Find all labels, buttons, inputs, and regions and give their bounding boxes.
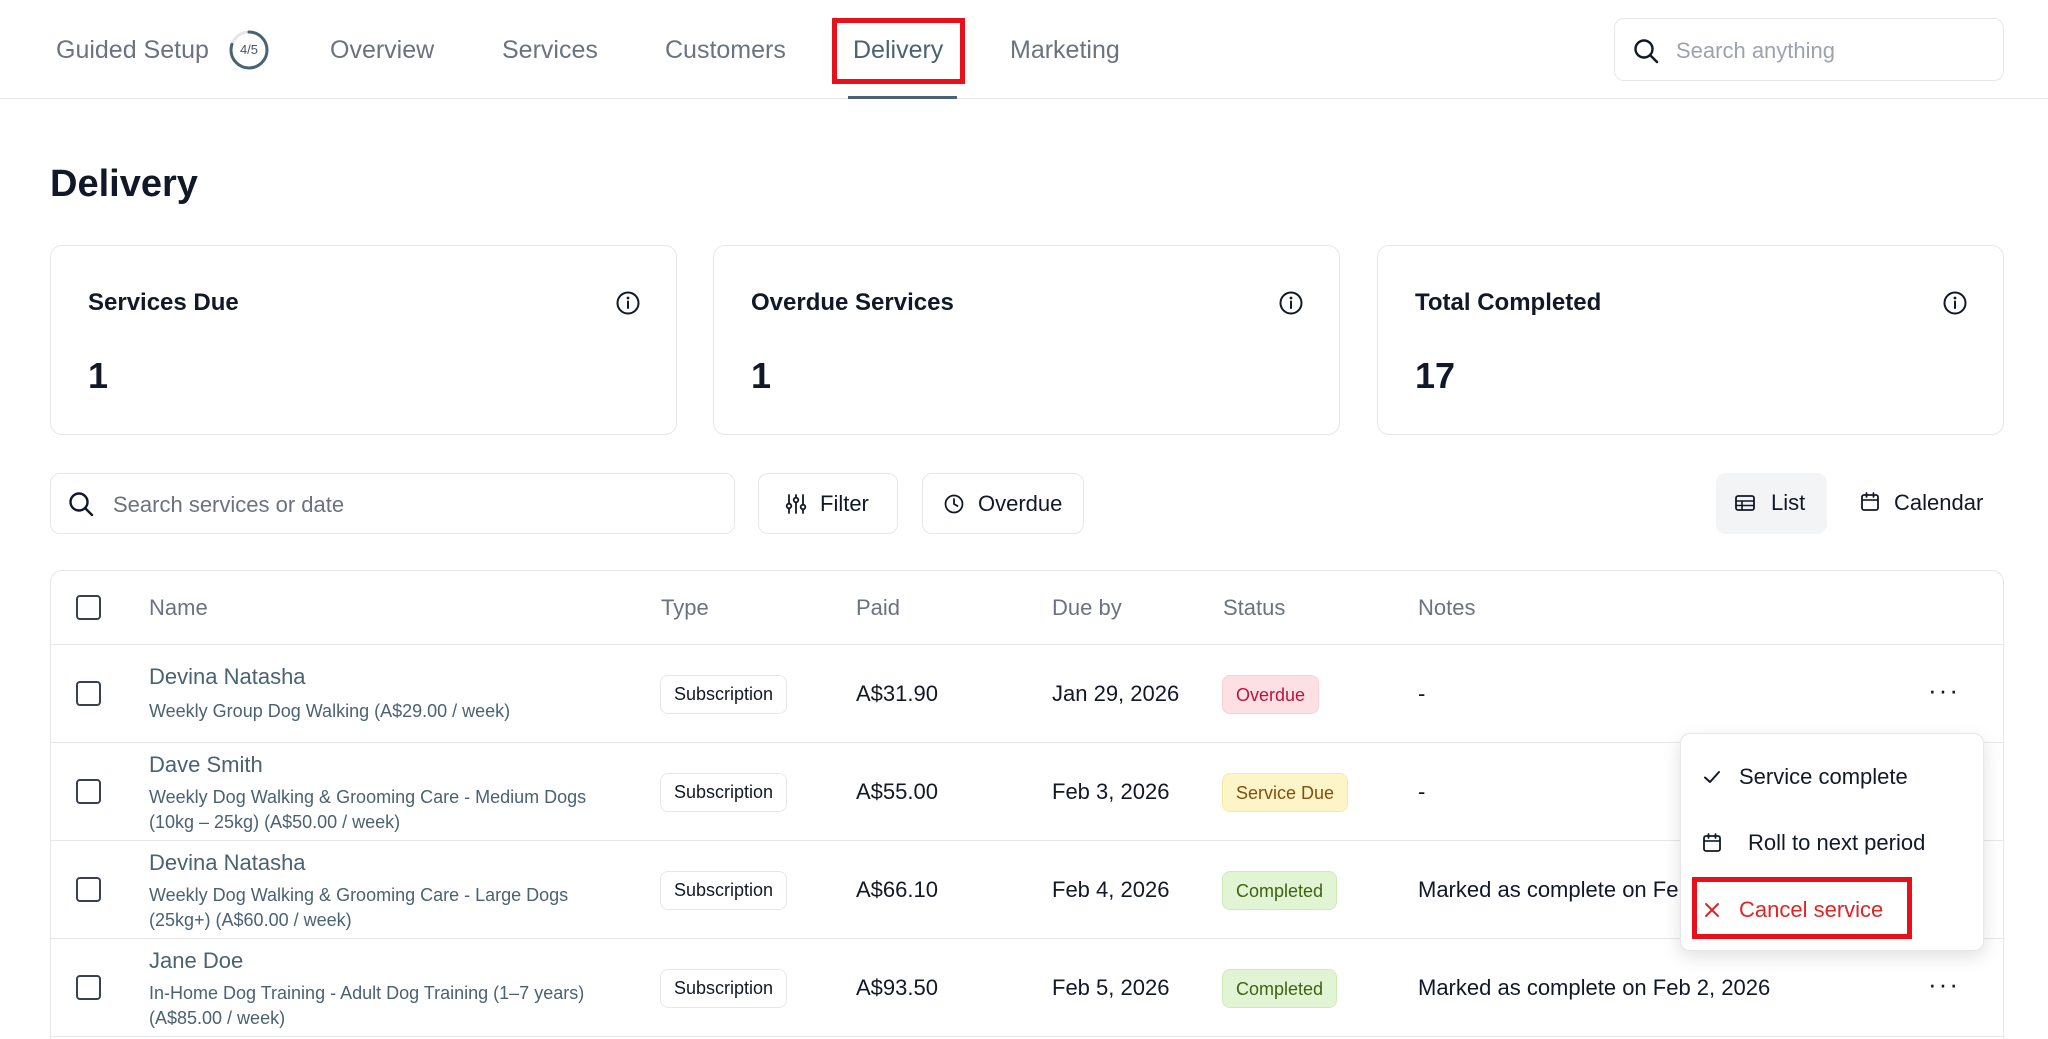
row-checkbox[interactable]	[76, 779, 101, 804]
stat-label: Total Completed	[1415, 289, 1602, 316]
nav-marketing[interactable]: Marketing	[1010, 33, 1120, 67]
nav-customers[interactable]: Customers	[665, 33, 786, 67]
list-view-button[interactable]: List	[1716, 473, 1827, 534]
nav-services[interactable]: Services	[502, 33, 598, 67]
table-header: Name Type Paid Due by Status Notes	[51, 571, 2003, 645]
global-search-placeholder: Search anything	[1676, 38, 1835, 63]
stat-value: 1	[88, 355, 109, 396]
stat-label: Services Due	[88, 289, 239, 316]
customer-name-link[interactable]: Dave Smith	[149, 751, 263, 779]
notes-text: -	[1418, 681, 1426, 706]
calendar-icon	[1703, 833, 1721, 852]
type-badge: Subscription	[660, 871, 788, 910]
service-search-input[interactable]: Search services or date	[50, 473, 735, 534]
info-icon[interactable]	[1278, 290, 1304, 316]
type-badge: Subscription	[660, 675, 788, 714]
row-actions-menu-button[interactable]: ···	[1928, 677, 1968, 708]
paid-amount: A$31.90	[856, 681, 938, 706]
customer-name-link[interactable]: Devina Natasha	[149, 663, 306, 691]
search-icon	[69, 492, 94, 517]
row-checkbox[interactable]	[76, 681, 101, 706]
nav-guided-setup[interactable]: Guided Setup	[56, 33, 209, 67]
service-name-link[interactable]: Weekly Dog Walking & Grooming Care - Lar…	[149, 883, 619, 933]
due-date: Jan 29, 2026	[1052, 681, 1180, 706]
info-icon[interactable]	[615, 290, 641, 316]
type-badge: Subscription	[660, 773, 788, 812]
top-nav: Guided Setup 4/5 Overview Services Custo…	[0, 0, 2048, 99]
menu-item-service-complete[interactable]: Service complete	[1681, 749, 1983, 805]
page-title: Delivery	[50, 163, 198, 205]
stat-card-overdue-services: Overdue Services 1	[713, 245, 1340, 435]
nav-overview[interactable]: Overview	[330, 33, 434, 67]
highlight-box-delivery	[832, 18, 965, 84]
type-badge: Subscription	[660, 969, 788, 1008]
column-header-due-by[interactable]: Due by	[1052, 593, 1122, 623]
calendar-view-button[interactable]: Calendar	[1843, 473, 2004, 534]
info-icon[interactable]	[1942, 290, 1968, 316]
column-header-status[interactable]: Status	[1223, 593, 1285, 623]
due-date: Feb 4, 2026	[1052, 877, 1170, 902]
stat-label: Overdue Services	[751, 289, 954, 316]
status-badge: Service Due	[1222, 773, 1349, 812]
overdue-button[interactable]: Overdue	[922, 473, 1084, 534]
check-icon	[1704, 771, 1720, 783]
paid-amount: A$55.00	[856, 779, 938, 804]
menu-item-roll-to-next-period[interactable]: Roll to next period	[1681, 815, 1983, 871]
row-checkbox[interactable]	[76, 877, 101, 902]
table-row[interactable]: Devina Natasha Weekly Group Dog Walking …	[51, 645, 2003, 743]
list-view-label: List	[1771, 490, 1806, 515]
due-date: Feb 3, 2026	[1052, 779, 1170, 804]
search-icon	[1634, 39, 1659, 64]
customer-name-link[interactable]: Devina Natasha	[149, 849, 306, 877]
active-tab-underline	[848, 96, 957, 99]
status-badge: Overdue	[1222, 675, 1320, 714]
menu-item-label: Roll to next period	[1748, 830, 1926, 855]
row-actions-menu-button[interactable]: ···	[1928, 971, 1968, 1002]
service-name-link[interactable]: Weekly Dog Walking & Grooming Care - Med…	[149, 785, 619, 835]
status-badge: Completed	[1222, 871, 1338, 910]
highlight-box-cancel-service	[1692, 877, 1912, 939]
notes-text: Marked as complete on Feb 2, 2026	[1418, 975, 1771, 1000]
global-search-input[interactable]: Search anything	[1614, 18, 2004, 81]
column-header-notes[interactable]: Notes	[1418, 593, 1475, 623]
notes-text: Marked as complete on Fe	[1418, 877, 1679, 902]
service-name-link[interactable]: Weekly Group Dog Walking (A$29.00 / week…	[149, 699, 619, 724]
setup-progress-text: 4/5	[239, 42, 259, 57]
customer-name-link[interactable]: Jane Doe	[149, 947, 243, 975]
column-header-paid[interactable]: Paid	[856, 593, 900, 623]
select-all-checkbox[interactable]	[76, 595, 101, 620]
stat-value: 17	[1415, 355, 1456, 396]
sliders-icon	[785, 494, 807, 514]
status-badge: Completed	[1222, 969, 1338, 1008]
filter-button[interactable]: Filter	[758, 473, 898, 534]
filter-label: Filter	[820, 491, 869, 516]
table-row[interactable]: Jane Doe In-Home Dog Training - Adult Do…	[51, 939, 2003, 1037]
service-search-placeholder: Search services or date	[113, 492, 345, 517]
setup-progress-ring[interactable]: 4/5	[228, 29, 270, 71]
paid-amount: A$66.10	[856, 877, 938, 902]
menu-item-label: Service complete	[1739, 764, 1908, 789]
row-checkbox[interactable]	[76, 975, 101, 1000]
overdue-label: Overdue	[978, 491, 1063, 516]
stat-card-services-due: Services Due 1	[50, 245, 677, 435]
paid-amount: A$93.50	[856, 975, 938, 1000]
column-header-name[interactable]: Name	[149, 593, 208, 623]
table-icon	[1735, 495, 1755, 511]
calendar-icon	[1861, 492, 1879, 511]
stat-value: 1	[751, 355, 772, 396]
stat-card-total-completed: Total Completed 17	[1377, 245, 2004, 435]
clock-icon	[944, 494, 964, 514]
column-header-type[interactable]: Type	[661, 593, 709, 623]
notes-text: -	[1418, 779, 1426, 804]
calendar-view-label: Calendar	[1894, 490, 1984, 515]
due-date: Feb 5, 2026	[1052, 975, 1170, 1000]
service-name-link[interactable]: In-Home Dog Training - Adult Dog Trainin…	[149, 981, 619, 1031]
